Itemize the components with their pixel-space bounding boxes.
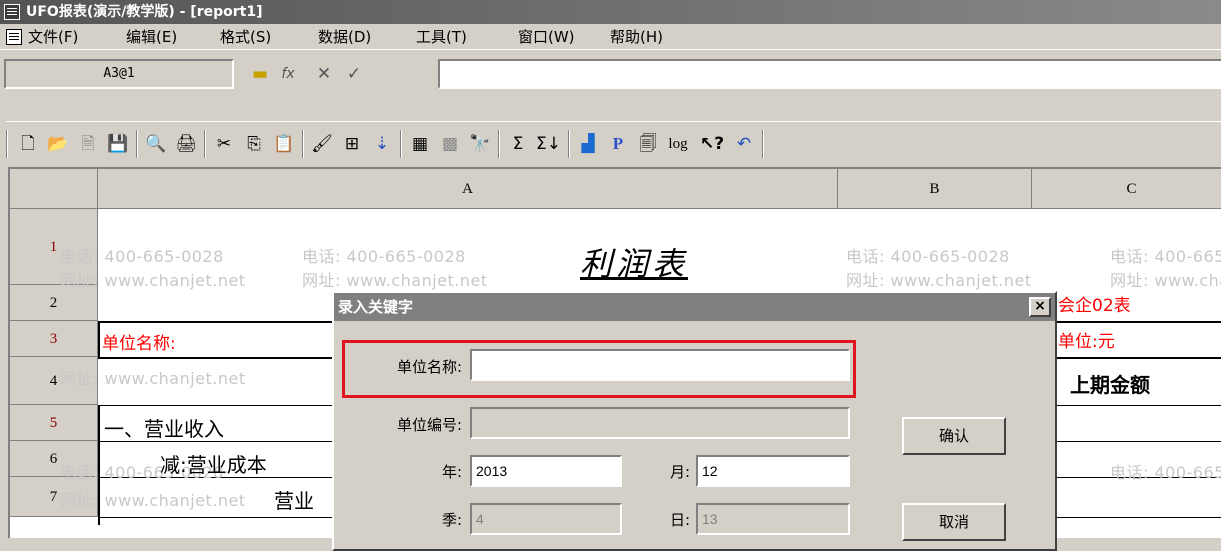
window-title: UFO报表(演示/教学版) - [report1]: [26, 4, 263, 20]
watermark-phone: 电话: 400-665-0028: [1110, 463, 1221, 482]
undo-icon[interactable]: ↶: [732, 133, 756, 155]
column-header-c[interactable]: C: [1032, 169, 1221, 209]
copy-icon[interactable]: ⎘: [242, 133, 266, 155]
watermark-site: 网址: www.chanjet.net: [846, 271, 1032, 290]
dialog-title-text: 录入关键字: [338, 298, 414, 316]
row-cost[interactable]: 减:营业成本: [160, 449, 267, 478]
column-header-a[interactable]: A: [98, 169, 838, 209]
cancel-button[interactable]: 取消: [902, 503, 1006, 541]
unit-note[interactable]: 单位:元: [1058, 327, 1115, 352]
month-label: 月:: [669, 463, 690, 481]
new-icon[interactable]: 🗋: [16, 133, 40, 155]
column-header-b[interactable]: B: [838, 169, 1032, 209]
insert-col-icon[interactable]: ⊞: [340, 133, 364, 155]
sum-icon[interactable]: Σ: [506, 133, 530, 155]
blank-icon[interactable]: 🗎: [76, 133, 100, 155]
quarter-input[interactable]: 4: [470, 503, 622, 535]
watermark-site: 网址: www.chanjet.net: [60, 491, 246, 510]
watermark-site: 网址: www.chanjet.net: [302, 271, 488, 290]
cell-reference-box[interactable]: A3@1: [4, 59, 234, 89]
report-title: 利润表: [580, 246, 689, 282]
formula-bar: A3@1 ▬ fx ✕ ✓: [0, 51, 1221, 119]
unit-name-cell[interactable]: 单位名称:: [102, 329, 176, 354]
unit-code-label: 单位编号:: [396, 416, 462, 434]
pattern-icon[interactable]: ▩: [438, 133, 462, 155]
watermark-phone: 电话: 400-665-0028: [60, 247, 224, 266]
menu-edit[interactable]: 编辑(E): [126, 28, 177, 46]
fx-icon[interactable]: fx: [276, 63, 300, 85]
year-input[interactable]: 2013: [470, 455, 622, 487]
formula-cancel-icon[interactable]: ✕: [312, 63, 336, 85]
formula-input[interactable]: [438, 59, 1221, 89]
paste-icon[interactable]: 📋: [272, 133, 296, 155]
keyword-icon[interactable]: ▬: [248, 63, 272, 85]
previous-amount-header[interactable]: 上期金额: [1070, 369, 1150, 398]
help-pointer-mark: ?: [714, 134, 725, 154]
window-titlebar: UFO报表(演示/教学版) - [report1]: [0, 0, 1221, 24]
row-header-5[interactable]: 5: [10, 405, 98, 441]
save-icon[interactable]: 💾: [106, 133, 130, 155]
chart-icon[interactable]: ▟: [576, 133, 600, 155]
watermark-site: 网址: www.chanjet.net: [1110, 271, 1221, 290]
grid-icon[interactable]: ▦: [408, 133, 432, 155]
close-icon[interactable]: ×: [1029, 297, 1051, 317]
quarter-label: 季:: [441, 511, 462, 529]
cut-icon[interactable]: ✂: [212, 133, 236, 155]
p-icon[interactable]: P: [606, 133, 630, 155]
print-icon[interactable]: 🖨: [174, 133, 198, 155]
app-icon: [4, 4, 20, 20]
sort-icon[interactable]: ⇣: [370, 133, 394, 155]
menu-window[interactable]: 窗口(W): [518, 28, 575, 46]
format-painter-icon[interactable]: 🖌: [310, 133, 334, 155]
form-number-note[interactable]: 会企02表: [1058, 291, 1131, 316]
watermark-site: 网址: www.chanjet.net: [60, 271, 246, 290]
watermark-site: 网址: www.chanjet.net: [60, 369, 246, 388]
row-revenue[interactable]: 一、营业收入: [104, 413, 224, 442]
watermark-phone: 电话: 400-665-0028: [1110, 247, 1221, 266]
menu-format[interactable]: 格式(S): [220, 28, 271, 46]
menu-help[interactable]: 帮助(H): [610, 28, 663, 46]
toolbar: 🗋 📂 🗎 💾 🔍 🖨 ✂ ⎘ 📋 🖌 ⊞ ⇣ ▦ ▩ 🔭 Σ Σ↓ ▟ P 🗐…: [6, 121, 1221, 165]
month-input[interactable]: 12: [696, 455, 850, 487]
watermark-phone: 电话: 400-665-0028: [302, 247, 466, 266]
row-header-3[interactable]: 3: [10, 321, 98, 357]
day-input[interactable]: 13: [696, 503, 850, 535]
corner-header[interactable]: [10, 169, 98, 209]
document-icon[interactable]: [6, 29, 22, 45]
log-icon[interactable]: log: [666, 133, 690, 155]
row-partial[interactable]: 营业: [274, 485, 314, 514]
unit-code-input[interactable]: [470, 407, 850, 439]
highlight-box: [342, 340, 856, 398]
confirm-button[interactable]: 确认: [902, 417, 1006, 455]
help-pointer-icon[interactable]: ↖?: [700, 133, 724, 155]
menu-bar: 文件(F) 编辑(E) 格式(S) 数据(D) 工具(T) 窗口(W) 帮助(H…: [0, 24, 1221, 50]
day-label: 日:: [669, 511, 690, 529]
formula-confirm-icon[interactable]: ✓: [342, 63, 366, 85]
menu-file[interactable]: 文件(F): [28, 28, 78, 46]
watermark-phone: 电话: 400-665-0028: [846, 247, 1010, 266]
menu-tools[interactable]: 工具(T): [416, 28, 467, 46]
menu-data[interactable]: 数据(D): [318, 28, 371, 46]
find-icon[interactable]: 🔭: [468, 133, 492, 155]
open-icon[interactable]: 📂: [46, 133, 70, 155]
preview-icon[interactable]: 🔍: [144, 133, 168, 155]
sum-list-icon[interactable]: Σ↓: [536, 133, 561, 155]
keyword-dialog: 录入关键字 × 单位名称: 单位编号: 年: 2013 月: 12 季: 4 日…: [332, 291, 1057, 551]
report-icon[interactable]: 🗐: [636, 133, 660, 155]
year-label: 年:: [441, 463, 462, 481]
dialog-title: 录入关键字 ×: [334, 293, 1055, 321]
